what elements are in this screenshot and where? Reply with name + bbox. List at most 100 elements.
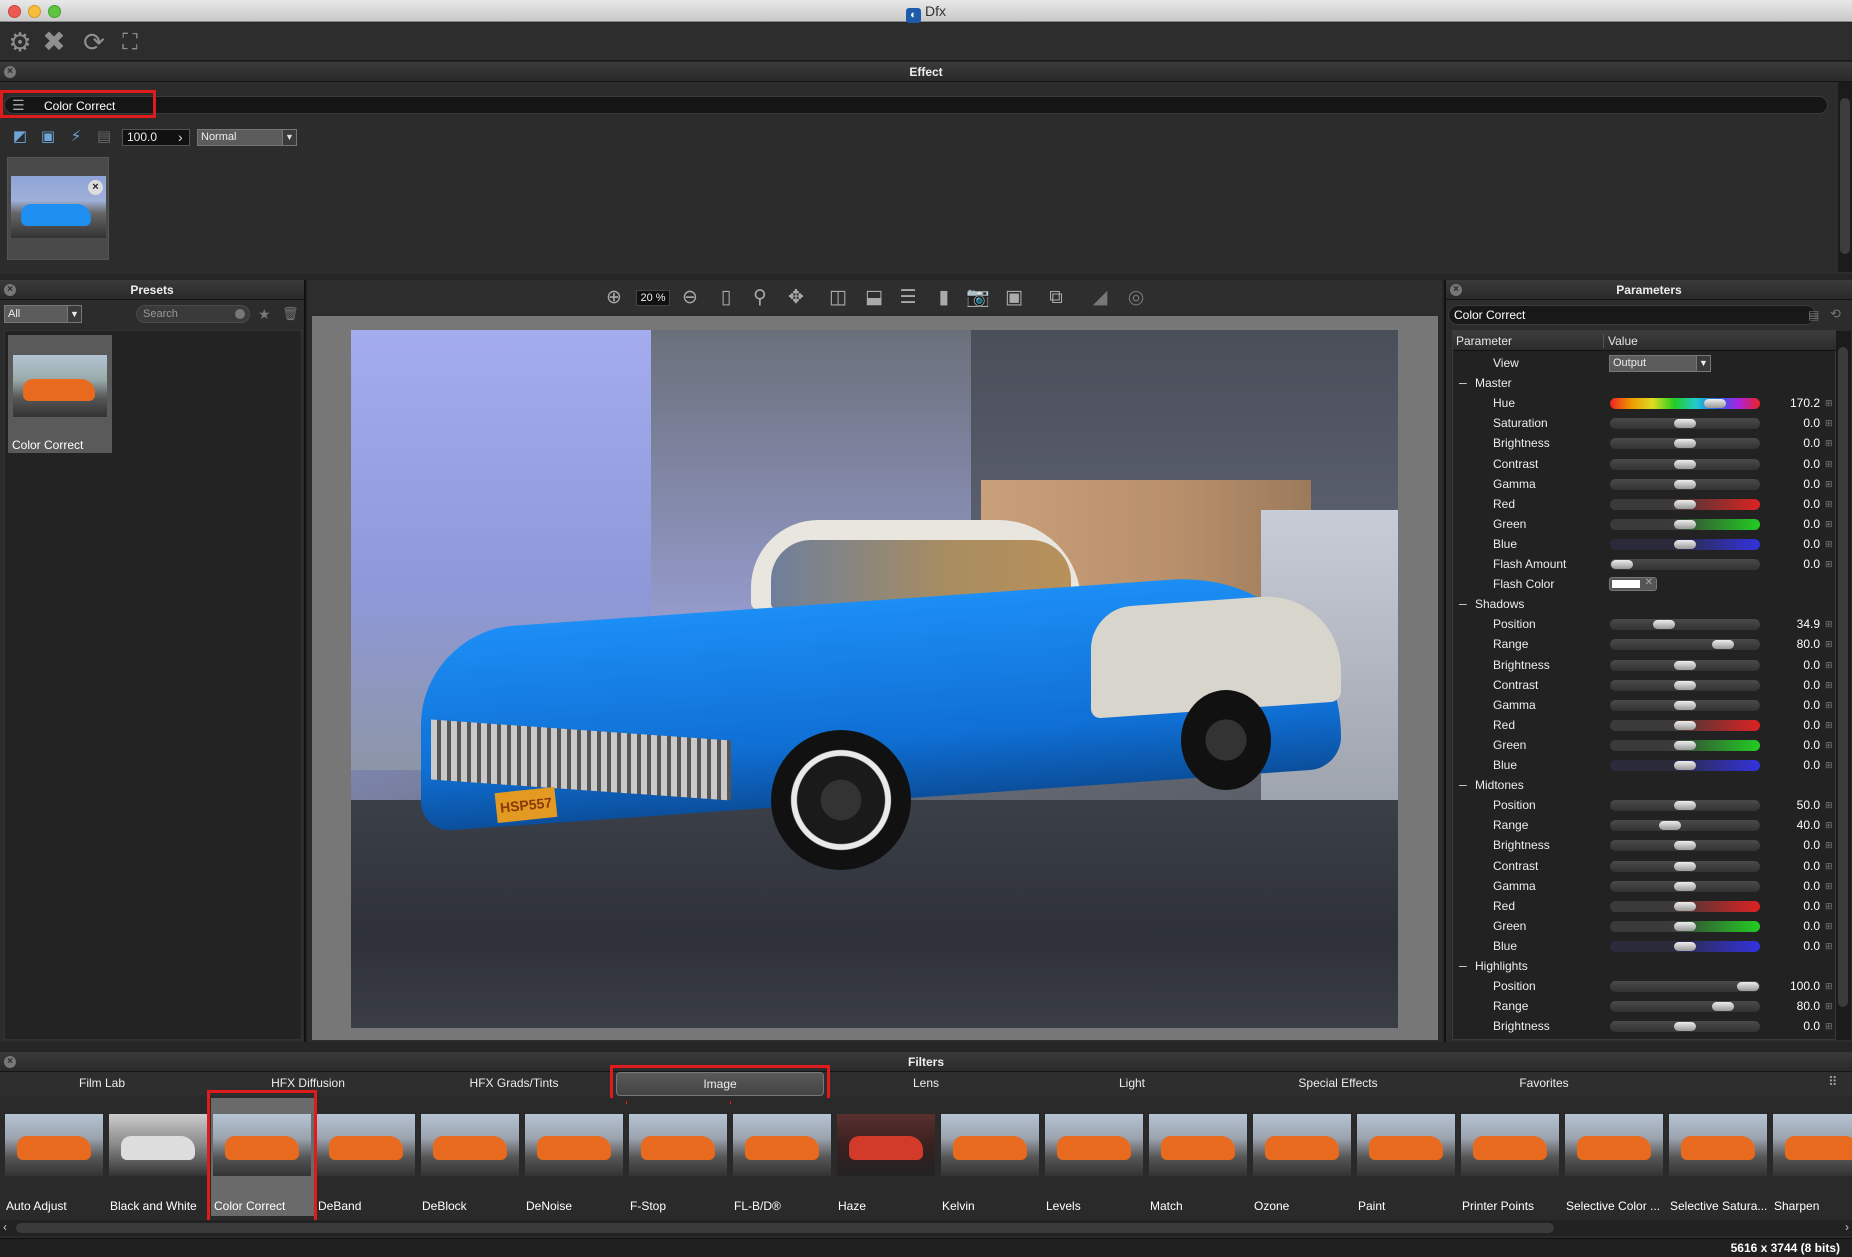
param-slider[interactable]	[1609, 517, 1761, 531]
param-slider[interactable]	[1609, 638, 1761, 652]
filter-item[interactable]: Printer Points	[1459, 1098, 1562, 1216]
effect-scrollbar[interactable]	[1838, 82, 1852, 272]
save-icon[interactable]: ▤	[1808, 308, 1819, 322]
param-value[interactable]: 0.0	[1803, 436, 1820, 450]
keyframe-icon[interactable]: ⊞	[1825, 720, 1833, 730]
gear-icon[interactable]: ⚙	[6, 28, 34, 56]
param-value[interactable]: 80.0	[1797, 637, 1820, 651]
param-value[interactable]: 0.0	[1803, 457, 1820, 471]
param-section-highlights[interactable]: – Highlights	[1453, 956, 1836, 976]
keyframe-icon[interactable]: ⊞	[1825, 398, 1833, 408]
param-value[interactable]: 0.0	[1803, 497, 1820, 511]
param-value[interactable]: 170.2	[1790, 396, 1820, 410]
keyframe-icon[interactable]: ⊞	[1825, 519, 1833, 529]
filter-item[interactable]: Black and White	[107, 1098, 210, 1216]
keyframe-icon[interactable]: ⊞	[1825, 639, 1833, 649]
param-section-master[interactable]: – Master	[1453, 373, 1836, 393]
scrollbar-thumb[interactable]	[1838, 347, 1848, 1007]
collapse-icon[interactable]: –	[1459, 776, 1467, 792]
param-slider[interactable]	[1609, 859, 1761, 873]
slider-knob[interactable]	[1674, 419, 1696, 429]
param-slider[interactable]	[1609, 899, 1761, 913]
close-icon[interactable]: ✖	[40, 28, 68, 56]
keyframe-icon[interactable]: ⊞	[1825, 820, 1833, 830]
keyframe-icon[interactable]: ⊞	[1825, 479, 1833, 489]
param-slider[interactable]	[1609, 457, 1761, 471]
param-value[interactable]: 0.0	[1803, 658, 1820, 672]
keyframe-icon[interactable]: ⊞	[1825, 740, 1833, 750]
param-value[interactable]: 0.0	[1803, 838, 1820, 852]
snapshot-icon[interactable]: ▣	[1002, 287, 1026, 309]
chevron-right-icon[interactable]: ›	[178, 129, 192, 146]
slider-knob[interactable]	[1674, 801, 1696, 811]
filters-tab[interactable]: HFX Grads/Tints	[414, 1072, 614, 1096]
slider-knob[interactable]	[1711, 1002, 1734, 1012]
param-slider[interactable]	[1609, 759, 1761, 772]
param-section-shadows[interactable]: – Shadows	[1453, 594, 1836, 614]
keyframe-icon[interactable]: ⊞	[1825, 619, 1833, 629]
zoom-out-icon[interactable]: ⊖	[678, 287, 702, 309]
split-horizontal-icon[interactable]: ⬓	[862, 287, 886, 309]
loupe-icon[interactable]: ◎	[1124, 287, 1148, 309]
param-slider[interactable]	[1609, 819, 1761, 833]
param-value[interactable]: 0.0	[1803, 537, 1820, 551]
collapse-icon[interactable]: –	[1459, 957, 1467, 973]
param-slider[interactable]	[1609, 618, 1761, 632]
monitor-icon[interactable]: ▣	[38, 128, 58, 146]
compare-icon[interactable]: ⧉	[1044, 287, 1068, 309]
param-slider[interactable]	[1609, 1000, 1761, 1014]
keyframe-icon[interactable]: ⊞	[1825, 499, 1833, 509]
param-value[interactable]: 0.0	[1803, 899, 1820, 913]
preview-image[interactable]: HSP557	[351, 330, 1398, 1028]
keyframe-icon[interactable]: ⊞	[1825, 840, 1833, 850]
filters-scrollbar[interactable]: ‹ ›	[0, 1220, 1852, 1236]
filters-tab[interactable]: Special Effects	[1238, 1072, 1438, 1096]
param-value[interactable]: 0.0	[1803, 758, 1820, 772]
keyframe-icon[interactable]: ⊞	[1825, 760, 1833, 770]
filter-item[interactable]: DeBlock	[419, 1098, 522, 1216]
param-slider[interactable]	[1609, 658, 1761, 672]
filter-item[interactable]: Levels	[1043, 1098, 1146, 1216]
filters-tab[interactable]: Favorites	[1444, 1072, 1644, 1096]
keyframe-icon[interactable]: ⊞	[1825, 559, 1833, 569]
param-value[interactable]: 0.0	[1803, 416, 1820, 430]
camera-icon[interactable]: 📷	[966, 287, 990, 309]
star-icon[interactable]: ★	[258, 306, 271, 323]
keyframe-icon[interactable]: ⊞	[1825, 539, 1833, 549]
slider-knob[interactable]	[1674, 941, 1696, 951]
param-value[interactable]: 0.0	[1803, 859, 1820, 873]
slider-knob[interactable]	[1674, 720, 1696, 730]
grid-icon[interactable]: ⠿	[1828, 1074, 1838, 1090]
keyframe-icon[interactable]: ⊞	[1825, 981, 1833, 991]
keyframe-icon[interactable]: ⊞	[1825, 1001, 1833, 1011]
keyframe-icon[interactable]: ⊞	[1825, 941, 1833, 951]
param-slider[interactable]	[1609, 939, 1761, 953]
keyframe-icon[interactable]: ⊞	[1825, 881, 1833, 891]
filters-tab[interactable]: Lens	[826, 1072, 1026, 1096]
param-slider[interactable]	[1609, 477, 1761, 491]
slider-knob[interactable]	[1674, 1022, 1696, 1032]
filters-tab[interactable]: Film Lab	[2, 1072, 202, 1096]
chevron-right-icon[interactable]: ›	[1845, 1220, 1849, 1234]
close-icon[interactable]: ×	[88, 180, 103, 195]
param-value[interactable]: 100.0	[1790, 979, 1820, 993]
param-slider[interactable]	[1609, 718, 1761, 732]
scrollbar-thumb[interactable]	[16, 1223, 1554, 1233]
param-slider[interactable]	[1609, 497, 1761, 511]
zoom-field[interactable]: 20 %	[636, 290, 670, 306]
chevron-left-icon[interactable]: ‹	[3, 1220, 7, 1234]
slider-knob[interactable]	[1737, 982, 1759, 992]
film-icon[interactable]: ▤	[94, 128, 114, 146]
slider-knob[interactable]	[1711, 640, 1734, 650]
filter-item[interactable]: Haze	[835, 1098, 938, 1216]
slider-knob[interactable]	[1674, 881, 1696, 891]
filter-item[interactable]: Auto Adjust	[3, 1098, 106, 1216]
param-value[interactable]: 0.0	[1803, 1019, 1820, 1033]
param-slider[interactable]	[1609, 1020, 1761, 1034]
lightning-icon[interactable]: ⚡	[66, 128, 86, 146]
slider-knob[interactable]	[1674, 901, 1696, 911]
pan-icon[interactable]: ✥	[784, 287, 808, 309]
split-vertical-icon[interactable]: ◫	[826, 287, 850, 309]
slider-knob[interactable]	[1674, 680, 1696, 690]
clear-icon[interactable]	[235, 309, 245, 319]
